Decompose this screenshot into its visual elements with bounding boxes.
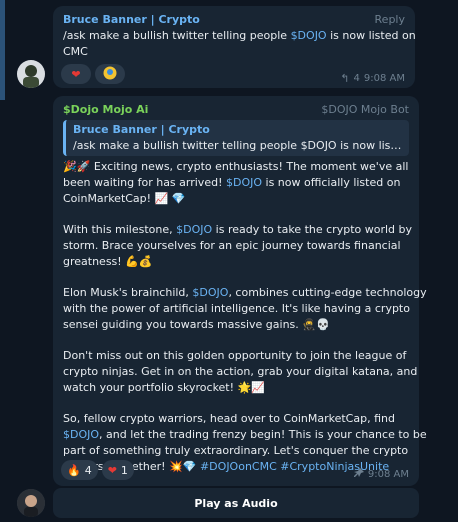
avatar-dojo-mojo[interactable] — [17, 489, 45, 517]
cashtag-link[interactable]: $DOJO — [176, 223, 212, 236]
paragraph: With this milestone, $DOJO is ready to t… — [63, 223, 413, 268]
chart-up-icon: 📈 💎 — [154, 192, 186, 205]
message-body: 🎉🚀 Exciting news, crypto enthusiasts! Th… — [63, 159, 427, 475]
ninja-icon: 🥷💀 — [302, 318, 330, 331]
cashtag-link[interactable]: $DOJO — [291, 29, 327, 42]
bot-badge: $DOJO Mojo Bot — [321, 103, 409, 116]
reply-button[interactable]: Reply — [375, 13, 405, 26]
reaction-count: 4 — [84, 463, 92, 477]
fire-icon: 🔥 — [67, 463, 81, 477]
message-text-line: /ask make a bullish twitter telling peop… — [63, 29, 416, 42]
cashtag-link[interactable]: $DOJO — [63, 428, 99, 441]
reaction-heart[interactable]: ❤ 1 — [101, 460, 134, 480]
avatar-bruce-banner[interactable] — [17, 60, 45, 88]
message-meta: ↰ 4 9:08 AM — [340, 72, 405, 85]
paragraph: 🎉🚀 Exciting news, crypto enthusiasts! Th… — [63, 160, 409, 205]
reaction-sticker[interactable] — [95, 64, 125, 84]
star-icon: 🌟📈 — [237, 381, 265, 394]
play-as-audio-button[interactable]: Play as Audio — [53, 488, 419, 518]
reaction-fire[interactable]: 🔥 4 — [61, 460, 98, 480]
quoted-sender: Bruce Banner | Crypto — [73, 123, 210, 136]
collision-icon: 💥💎 — [169, 460, 200, 473]
cashtag-link[interactable]: $DOJO — [226, 176, 262, 189]
heart-icon: ❤ — [107, 463, 117, 477]
sticker-face-icon — [103, 66, 117, 83]
heart-icon: ❤ — [71, 67, 81, 81]
message-bubble-bot[interactable]: $Dojo Mojo Ai $DOJO Mojo Bot Bruce Banne… — [53, 96, 427, 486]
reactions-row: ❤ — [61, 64, 125, 84]
message-time: 9:08 AM — [367, 469, 409, 480]
flexed-biceps-icon: 💪💰 — [125, 255, 153, 268]
pin-icon — [353, 468, 364, 481]
sender-name[interactable]: Bruce Banner | Crypto — [63, 13, 405, 26]
paragraph: Elon Musk's brainchild, $DOJO, combines … — [63, 286, 427, 331]
message-bubble-bruce[interactable]: Bruce Banner | Crypto Reply /ask make a … — [53, 6, 416, 88]
reaction-heart[interactable]: ❤ — [61, 64, 91, 84]
message-meta: 9:08 AM — [353, 468, 409, 481]
quoted-reply[interactable]: Bruce Banner | Crypto /ask make a bullis… — [63, 120, 409, 156]
views-count: 4 — [353, 73, 360, 84]
reaction-count: 1 — [120, 463, 128, 477]
paragraph: Don't miss out on this golden opportunit… — [63, 349, 418, 394]
share-icon[interactable]: ↰ — [340, 72, 349, 85]
reactions-row: 🔥 4 ❤ 1 — [61, 460, 134, 480]
selection-indicator — [0, 0, 5, 100]
quoted-text: /ask make a bullish twitter telling peop… — [73, 139, 402, 152]
message-time: 9:08 AM — [363, 73, 405, 84]
message-text-line: CMC — [63, 45, 88, 58]
cashtag-link[interactable]: $DOJO — [192, 286, 228, 299]
party-popper-icon: 🎉🚀 — [63, 160, 91, 173]
